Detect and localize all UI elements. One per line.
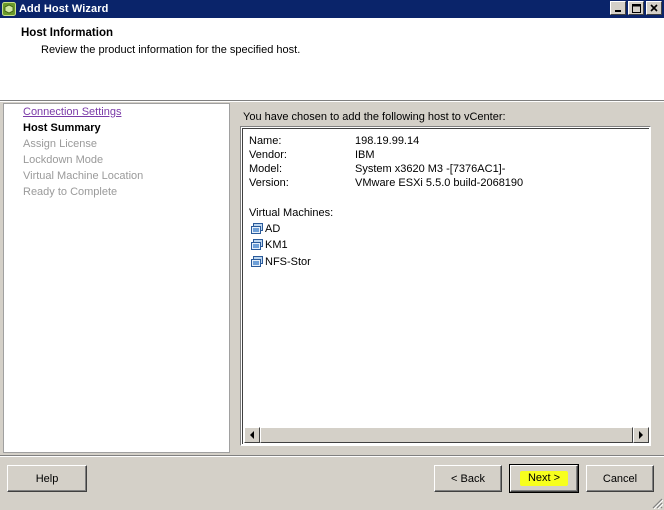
content-intro: You have chosen to add the following hos… xyxy=(243,111,506,123)
virtual-machine-icon xyxy=(251,256,263,267)
next-button-label: Next > xyxy=(519,471,569,486)
close-icon xyxy=(650,4,658,12)
resize-grip-icon[interactable] xyxy=(651,497,663,509)
vsphere-host-icon xyxy=(2,2,16,16)
next-button[interactable]: Next > xyxy=(509,464,579,493)
page-subtitle: Review the product information for the s… xyxy=(41,44,301,56)
scrollbar-thumb[interactable] xyxy=(260,427,633,443)
property-value: VMware ESXi 5.5.0 build-2068190 xyxy=(355,177,524,189)
wizard-steps-panel: Connection Settings Host Summary Assign … xyxy=(3,103,230,453)
nav-item-assign-license: Assign License xyxy=(23,138,97,150)
property-value: 198.19.99.14 xyxy=(355,135,420,147)
back-button-label: < Back xyxy=(451,472,485,485)
arrow-right-icon xyxy=(639,431,643,439)
footer-divider-highlight xyxy=(0,456,664,457)
maximize-icon xyxy=(631,3,641,13)
help-button[interactable]: Help xyxy=(7,465,87,492)
back-button[interactable]: < Back xyxy=(434,465,502,492)
virtual-machine-icon xyxy=(251,239,263,250)
cancel-button-label: Cancel xyxy=(602,472,638,485)
window-title: Add Host Wizard xyxy=(19,3,109,15)
vm-list-item: NFS-Stor xyxy=(250,255,311,269)
property-value: IBM xyxy=(355,149,375,161)
vm-heading: Virtual Machines: xyxy=(249,207,334,219)
minimize-icon xyxy=(615,10,621,12)
nav-item-vm-location: Virtual Machine Location xyxy=(23,170,144,182)
wizard-header: Host Information Review the product info… xyxy=(0,18,664,100)
vm-name: NFS-Stor xyxy=(265,256,311,268)
vm-name: KM1 xyxy=(265,239,288,251)
host-summary-panel[interactable]: Name: 198.19.99.14 Vendor: IBM Model: Sy… xyxy=(240,126,651,446)
vm-list-item: KM1 xyxy=(250,238,288,252)
page-title: Host Information xyxy=(21,27,113,39)
nav-item-host-summary: Host Summary xyxy=(23,122,101,134)
property-key: Name: xyxy=(249,135,282,147)
scroll-left-button[interactable] xyxy=(244,427,260,443)
scroll-right-button[interactable] xyxy=(633,427,649,443)
property-key: Version: xyxy=(249,177,289,189)
nav-item-connection-settings[interactable]: Connection Settings xyxy=(23,106,121,118)
cancel-button[interactable]: Cancel xyxy=(586,465,654,492)
nav-item-lockdown-mode: Lockdown Mode xyxy=(23,154,104,166)
close-button[interactable] xyxy=(646,1,662,15)
horizontal-scrollbar[interactable] xyxy=(244,427,649,443)
help-button-label: Help xyxy=(35,472,59,485)
property-key: Model: xyxy=(249,163,283,175)
title-bar[interactable]: Add Host Wizard xyxy=(0,0,664,18)
vm-name: AD xyxy=(265,223,281,235)
vm-list-item: AD xyxy=(250,222,280,236)
arrow-left-icon xyxy=(250,431,254,439)
property-value: System x3620 M3 -[7376AC1]- xyxy=(355,163,506,175)
property-key: Vendor: xyxy=(249,149,287,161)
maximize-button[interactable] xyxy=(628,1,644,15)
header-divider-highlight xyxy=(0,101,664,102)
virtual-machine-icon xyxy=(251,223,263,234)
minimize-button[interactable] xyxy=(610,1,626,15)
nav-item-ready-to-complete: Ready to Complete xyxy=(23,186,118,198)
